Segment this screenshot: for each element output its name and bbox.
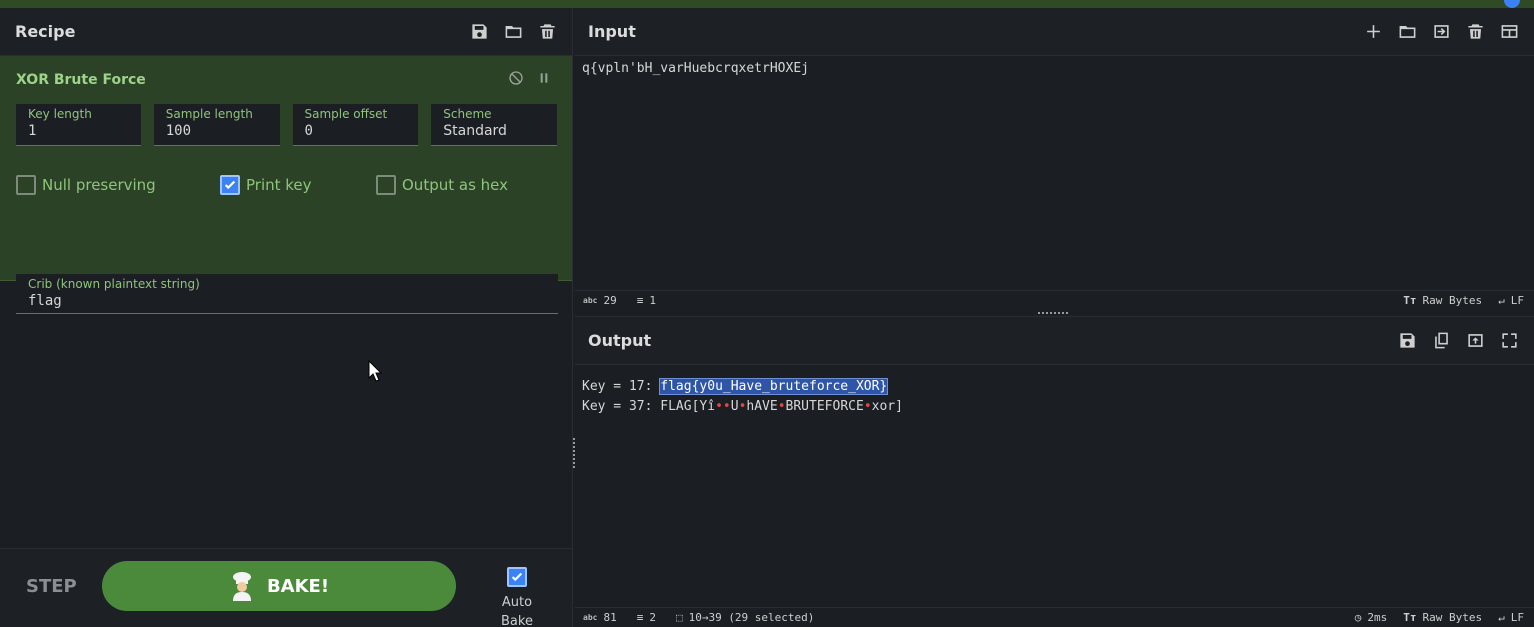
text-type-icon: Tт	[1403, 611, 1417, 624]
recipe-title: Recipe	[15, 22, 76, 41]
output-as-hex-box[interactable]	[376, 175, 396, 195]
sample-length-label: Sample length	[165, 107, 253, 121]
lines-icon: ≡	[636, 611, 644, 624]
input-char-count: abc 29	[583, 294, 617, 307]
selection-icon: ⬚	[675, 611, 683, 624]
input-title: Input	[588, 22, 636, 41]
output-status-bar: abc 81 ≡ 2 ⬚ 10→39 (29 selected) ◷ 2ms T…	[575, 607, 1534, 627]
crib-value[interactable]: flag	[28, 293, 546, 309]
bake-button[interactable]: BAKE!	[102, 561, 456, 611]
copy-output-icon[interactable]	[1430, 330, 1452, 352]
operation-title: XOR Brute Force	[16, 72, 146, 88]
return-icon: ↵	[1498, 294, 1505, 307]
bake-bar: STEP BAKE! Auto Bake	[0, 548, 572, 627]
lines-icon: ≡	[636, 294, 644, 307]
load-recipe-icon[interactable]	[502, 21, 524, 43]
input-line-count: ≡ 1	[636, 294, 656, 307]
mouse-cursor-icon	[368, 360, 382, 382]
input-status-bar: abc 29 ≡ 1 Tт Raw Bytes ↵ LF	[575, 290, 1534, 310]
sample-offset-field[interactable]: Sample offset 0	[292, 104, 419, 146]
clock-icon: ◷	[1354, 611, 1362, 624]
print-key-box[interactable]	[220, 175, 240, 195]
info-icon[interactable]	[1504, 0, 1520, 8]
maximize-icon[interactable]	[1498, 330, 1520, 352]
null-preserving-box[interactable]	[16, 175, 36, 195]
step-button[interactable]: STEP	[26, 576, 77, 597]
key-length-value[interactable]: 1	[28, 123, 129, 139]
output-line-count: ≡ 2	[636, 611, 656, 624]
print-key-label: Print key	[246, 176, 312, 194]
crib-label: Crib (known plaintext string)	[28, 277, 200, 291]
key-length-label: Key length	[28, 107, 92, 121]
save-recipe-icon[interactable]	[468, 21, 490, 43]
null-preserving-label: Null preserving	[42, 176, 156, 194]
output-text[interactable]: Key = 17: flag{y0u_Have_bruteforce_XOR} …	[582, 377, 903, 417]
layout-icon[interactable]	[1498, 21, 1520, 43]
key-length-field[interactable]: Key length 1	[16, 104, 141, 146]
output-header: Output	[575, 317, 1534, 365]
print-key-checkbox[interactable]: Print key	[220, 175, 376, 195]
input-panel: Input q{vpln'bH_varHuebcrqxetrHOXEj abc …	[575, 8, 1534, 310]
input-eol[interactable]: ↵ LF	[1498, 294, 1524, 307]
output-selection: ⬚ 10→39 (29 selected)	[675, 611, 815, 624]
scheme-select[interactable]: Scheme Standard	[431, 104, 557, 146]
input-header: Input	[575, 8, 1534, 56]
output-as-hex-label: Output as hex	[402, 176, 508, 194]
sample-offset-label: Sample offset	[304, 107, 388, 121]
clear-input-icon[interactable]	[1464, 21, 1486, 43]
return-icon: ↵	[1498, 611, 1505, 624]
scheme-value[interactable]: Standard	[443, 123, 545, 139]
text-type-icon: Tт	[1403, 294, 1417, 307]
replace-input-icon[interactable]	[1464, 330, 1486, 352]
add-tab-icon[interactable]	[1362, 21, 1384, 43]
clear-recipe-icon[interactable]	[536, 21, 558, 43]
input-encoding[interactable]: Tт Raw Bytes	[1403, 294, 1482, 307]
check-icon	[224, 180, 236, 190]
scheme-label: Scheme	[443, 107, 492, 121]
recipe-header: Recipe	[0, 8, 572, 56]
chef-icon	[232, 572, 251, 601]
top-strip	[0, 0, 1534, 8]
output-as-hex-checkbox[interactable]: Output as hex	[376, 175, 508, 195]
pause-icon[interactable]	[536, 70, 552, 90]
selected-text[interactable]: flag{y0u_Have_bruteforce_XOR}	[659, 378, 889, 395]
output-panel: Output Key = 17: flag{y0u_Have_bruteforc…	[575, 316, 1534, 627]
sample-length-value[interactable]: 100	[166, 123, 268, 139]
horizontal-splitter[interactable]	[1038, 312, 1068, 314]
output-line-1: Key = 17: flag{y0u_Have_bruteforce_XOR}	[582, 378, 889, 395]
abc-icon: abc	[583, 296, 598, 305]
disable-operation-icon[interactable]	[508, 70, 524, 90]
output-line-2: Key = 37: FLAG[Yî••U•hAVE•BRUTEFORCE•xor…	[582, 399, 903, 414]
open-folder-icon[interactable]	[1430, 21, 1452, 43]
abc-icon: abc	[583, 613, 598, 622]
check-icon	[511, 572, 523, 582]
open-file-icon[interactable]	[1396, 21, 1418, 43]
io-area: Input q{vpln'bH_varHuebcrqxetrHOXEj abc …	[575, 8, 1534, 627]
xor-brute-force-operation: XOR Brute Force Key length 1 Sample leng…	[0, 56, 572, 314]
null-preserving-checkbox[interactable]: Null preserving	[16, 175, 220, 195]
auto-bake-label: Auto Bake	[501, 595, 533, 627]
auto-bake-checkbox[interactable]: Auto Bake	[486, 567, 548, 627]
output-eol[interactable]: ↵ LF	[1498, 611, 1524, 624]
sample-length-field[interactable]: Sample length 100	[153, 104, 280, 146]
bake-label: BAKE!	[266, 575, 330, 597]
output-char-count: abc 81	[583, 611, 617, 624]
output-encoding[interactable]: Tт Raw Bytes	[1403, 611, 1482, 624]
recipe-panel: Recipe XOR Brute Force Key length 1 Samp…	[0, 8, 573, 627]
crib-field[interactable]: Crib (known plaintext string) flag	[16, 274, 558, 314]
input-text[interactable]: q{vpln'bH_varHuebcrqxetrHOXEj	[582, 61, 809, 76]
auto-bake-box[interactable]	[507, 567, 527, 587]
sample-offset-value[interactable]: 0	[305, 123, 407, 139]
bake-time: ◷ 2ms	[1354, 611, 1388, 624]
output-title: Output	[588, 331, 652, 350]
save-output-icon[interactable]	[1396, 330, 1418, 352]
